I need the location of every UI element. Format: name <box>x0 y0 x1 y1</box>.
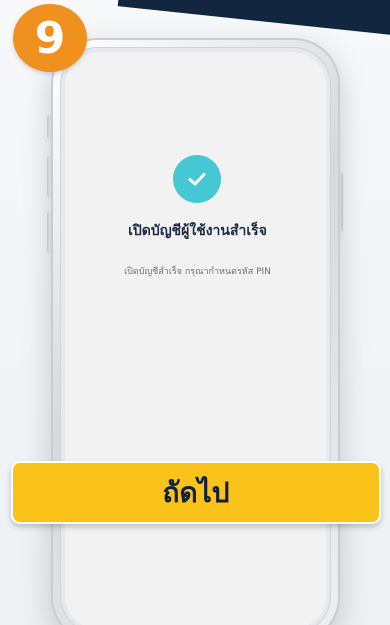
success-title: เปิดบัญชีผู้ใช้งานสำเร็จ <box>128 223 267 239</box>
phone-bezel <box>60 47 331 625</box>
next-button[interactable]: ถัดไป <box>11 461 381 524</box>
phone-screen <box>65 52 326 625</box>
page: 9 เปิดบัญชีผู้ใช้งานสำเร็จ เปิดบัญชีสำเร… <box>0 0 390 625</box>
success-check-icon <box>173 155 221 203</box>
next-button-label: ถัดไป <box>162 475 230 509</box>
corner-decoration <box>117 0 390 38</box>
phone-frame <box>51 38 340 625</box>
success-subtitle: เปิดบัญชีสำเร็จ กรุณากำหนดรหัส PIN <box>124 267 271 277</box>
check-icon <box>188 173 206 186</box>
step-badge: 9 <box>13 4 87 72</box>
step-number: 9 <box>34 12 66 64</box>
